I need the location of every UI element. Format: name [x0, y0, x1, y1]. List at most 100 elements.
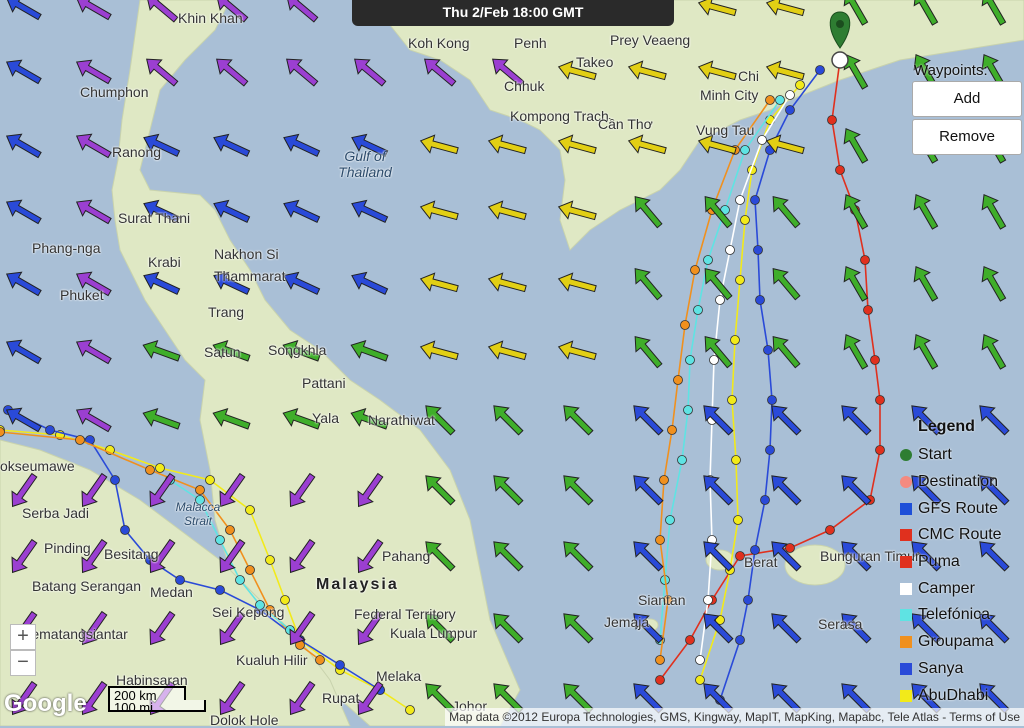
legend-item-start: Start	[896, 442, 1024, 469]
place-label-chhuk: Chhuk	[504, 78, 545, 94]
place-label-surat-thani: Surat Thani	[118, 210, 191, 226]
place-label-thammarat: Thammarat	[214, 268, 286, 284]
legend-swatch	[900, 476, 912, 489]
route-cmc-point	[827, 115, 837, 125]
route-sanya-point	[767, 395, 777, 405]
route-left-yellow-point	[405, 705, 415, 715]
route-camper-point	[725, 245, 735, 255]
route-left-orange-point	[315, 655, 325, 665]
legend-swatch	[900, 689, 912, 702]
scale-km: 200 km	[108, 686, 186, 703]
scale-bar: 200 km 100 mi	[108, 686, 206, 715]
route-cmc-point	[863, 305, 873, 315]
place-label-serba-jadi: Serba Jadi	[22, 505, 89, 521]
route-camper-point	[785, 90, 795, 100]
place-label-takeo: Takeo	[576, 54, 614, 70]
route-camper-point	[715, 295, 725, 305]
legend-swatch	[900, 529, 912, 542]
route-telefonica-point	[775, 95, 785, 105]
place-label-sei-kepong: Sei Kepong	[212, 604, 285, 620]
legend-item-camper: Camper	[896, 575, 1024, 602]
legend-label: CMC Route	[918, 526, 1002, 544]
route-sanya-point	[785, 105, 795, 115]
route-left-blue-point	[110, 475, 120, 485]
legend-label: Telefónica	[918, 606, 991, 624]
legend-item-puma: Puma	[896, 549, 1024, 576]
place-label-satun: Satun	[204, 344, 241, 360]
route-left-blue-point	[120, 525, 130, 535]
route-camper-point	[709, 355, 719, 365]
place-label-phuket: Phuket	[60, 287, 104, 303]
route-cmc-point	[870, 355, 880, 365]
route-left-yellow-point	[265, 555, 275, 565]
legend-item-groupama: Groupama	[896, 629, 1024, 656]
place-label-pematangsiantar: Pematangsiantar	[22, 626, 128, 642]
route-left-blue-point	[215, 585, 225, 595]
legend-item-sanya: Sanya	[896, 656, 1024, 683]
route-telefonica-point	[740, 145, 750, 155]
route-telefonica-point	[665, 515, 675, 525]
place-label-vung-tau: Vung Tau	[696, 122, 755, 138]
route-abudhabi-point	[731, 455, 741, 465]
place-label-batang-serangan: Batang Serangan	[32, 578, 141, 594]
waypoints-title: Waypoints:	[914, 62, 988, 79]
route-left-orange-point	[75, 435, 85, 445]
place-label-phang-nga: Phang-nga	[32, 240, 101, 256]
route-left-blue-point	[335, 660, 345, 670]
route-cmc-point	[860, 255, 870, 265]
route-abudhabi-point	[727, 395, 737, 405]
route-camper-point	[735, 195, 745, 205]
route-cmc-point	[685, 635, 695, 645]
place-label-chumphon: Chumphon	[80, 84, 149, 100]
zoom-out-button[interactable]: −	[10, 650, 36, 676]
legend-label: GFS Route	[918, 499, 999, 517]
legend-swatch	[900, 636, 912, 649]
route-left-blue-point	[45, 425, 55, 435]
legend-item-cmc-route: CMC Route	[896, 522, 1024, 549]
remove-waypoint-button[interactable]: Remove	[912, 119, 1022, 155]
legend-label: Camper	[918, 579, 975, 597]
map-attribution: Map data ©2012 Europa Technologies, GMS,…	[445, 708, 1024, 726]
route-groupama-point	[659, 475, 669, 485]
legend-swatch	[900, 582, 912, 595]
route-telefonica-point	[685, 355, 695, 365]
legend-swatch	[900, 556, 912, 569]
place-label-khin-khan: Khin Khan	[178, 10, 243, 26]
legend: Legend Start Destination GFS Route CMC Rout…	[896, 418, 1024, 709]
place-label-kompong-trach: Kompong Trach	[510, 108, 609, 124]
route-telefonica-point	[703, 255, 713, 265]
legend-item-destination: Destination	[896, 469, 1024, 496]
route-telefonica-point	[693, 305, 703, 315]
add-waypoint-button[interactable]: Add	[912, 81, 1022, 117]
zoom-control: + −	[10, 624, 36, 676]
route-groupama-point	[673, 375, 683, 385]
place-label-melaka: Melaka	[376, 668, 422, 684]
route-cmc-point	[875, 445, 885, 455]
place-label-siantan: Siantan	[638, 592, 686, 608]
place-label-chi: Chi	[738, 68, 760, 84]
route-camper-point	[703, 595, 713, 605]
legend-label: Groupama	[918, 633, 994, 651]
zoom-in-button[interactable]: +	[10, 624, 36, 650]
place-label-federal-territory: Federal Territory	[354, 606, 456, 622]
route-abudhabi-point	[695, 675, 705, 685]
route-abudhabi-point	[730, 335, 740, 345]
legend-title: Legend	[918, 418, 975, 435]
legend-item-telef-nica: Telefónica	[896, 602, 1024, 629]
google-logo: Google	[4, 690, 87, 717]
legend-label: Start	[918, 446, 952, 464]
route-groupama-point	[655, 535, 665, 545]
legend-swatch	[900, 449, 912, 462]
legend-label: AbuDhabi	[918, 686, 989, 704]
legend-label: Destination	[918, 473, 999, 491]
route-sanya-point	[753, 245, 763, 255]
route-abudhabi-point	[735, 275, 745, 285]
place-label-jemaja: Jemaja	[604, 614, 650, 630]
route-camper-point	[757, 135, 767, 145]
legend-item-gfs-route: GFS Route	[896, 495, 1024, 522]
place-label-serasan: Serasa	[818, 616, 863, 632]
place-label-pattani: Pattani	[302, 375, 346, 391]
route-left-yellow-point	[155, 463, 165, 473]
route-groupama-point	[765, 95, 775, 105]
place-label-yala: Yala	[312, 410, 339, 426]
